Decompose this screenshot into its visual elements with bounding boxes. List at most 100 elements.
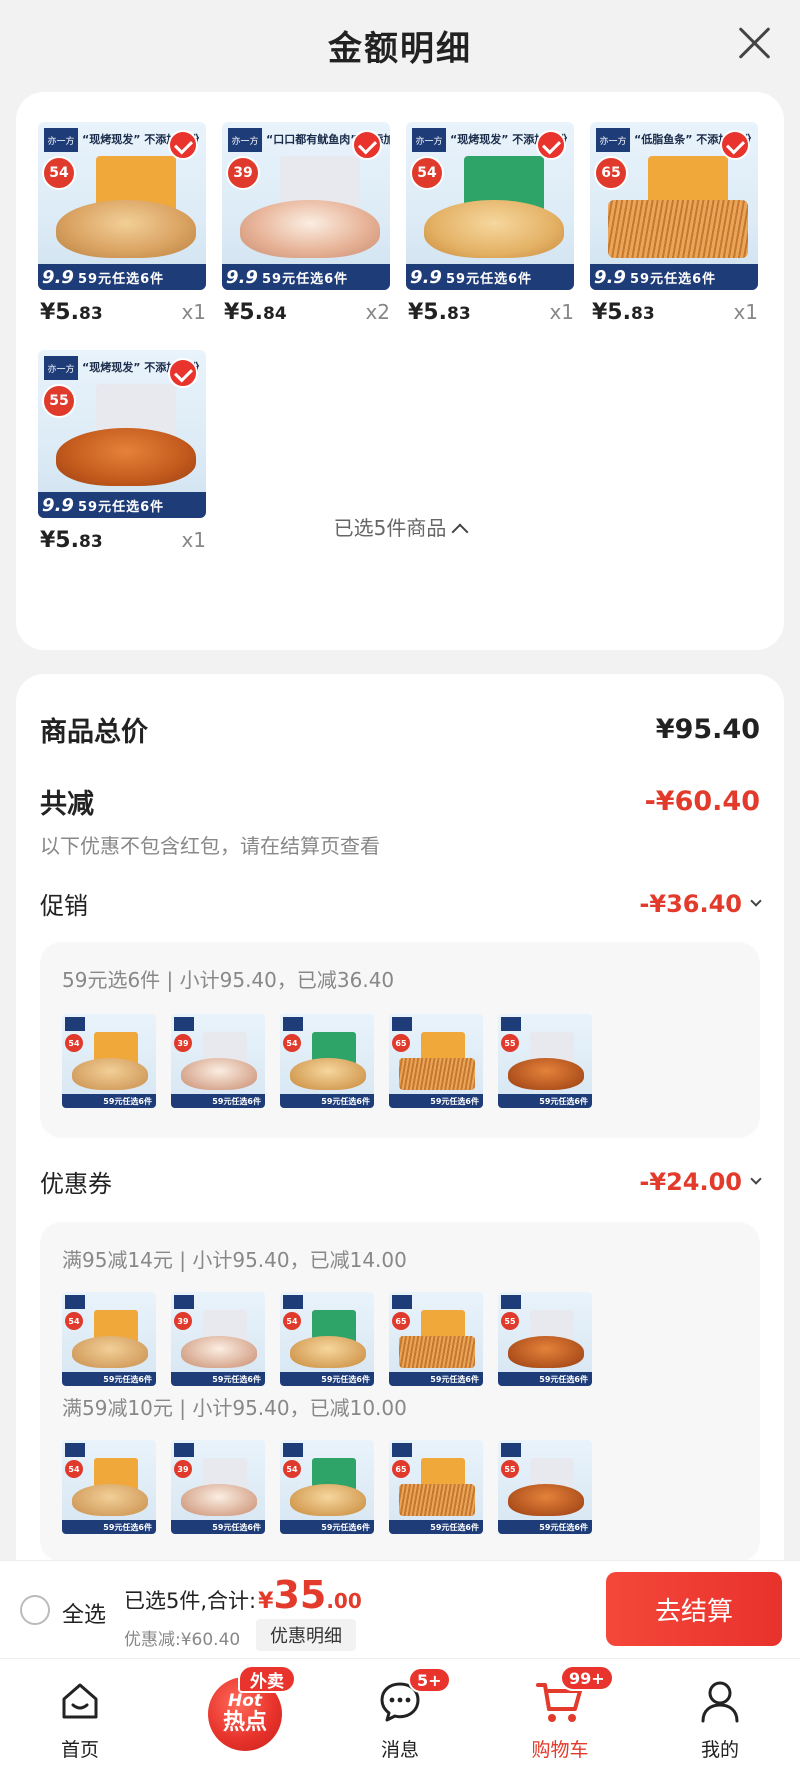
nrv-badge: 54: [65, 1312, 83, 1330]
product-image[interactable]: 亦一方 “低脂鱼条” 不添加淀粉 65 9.9 59元任选6件: [590, 122, 758, 290]
nav-item-hot[interactable]: Hot 热点 外卖: [186, 1659, 306, 1779]
mini-product-thumb: 55 59元任选6件: [498, 1014, 592, 1108]
total-value: ¥95.40: [655, 714, 760, 745]
coupon-row[interactable]: 优惠券 -¥24.00: [40, 1164, 762, 1199]
nrv-badge: 55: [501, 1312, 519, 1330]
promo-band: 59元任选6件: [62, 1094, 156, 1108]
brand-logo: [174, 1295, 194, 1309]
product-food: [608, 200, 748, 258]
reduce-label: 共减: [40, 789, 94, 820]
reduce-note: 以下优惠不包含红包，请在结算页查看: [40, 834, 380, 858]
promo-band: 59元任选6件: [280, 1372, 374, 1386]
nav-label-cart: 购物车: [531, 1739, 589, 1761]
nrv-badge: 65: [594, 156, 628, 190]
product-food: [508, 1484, 584, 1516]
price-tag: 9.9: [410, 266, 442, 288]
promo-row[interactable]: 促销 -¥36.40: [40, 886, 762, 921]
page-title: 金额明细: [328, 28, 472, 69]
product-food: [399, 1336, 475, 1368]
item-quantity: x1: [181, 300, 206, 324]
brand-logo: 亦一方: [412, 128, 446, 152]
item-quantity: x1: [733, 300, 758, 324]
coupon-label: 优惠券: [40, 1170, 112, 1198]
product-food: [72, 1058, 148, 1090]
mini-product-thumb: 54 59元任选6件: [280, 1440, 374, 1534]
nrv-badge: 54: [65, 1460, 83, 1478]
nav-label-profile: 我的: [700, 1739, 739, 1761]
brand-logo: [65, 1017, 85, 1031]
coupon-box: 满95减14元 | 小计95.40，已减14.00 54 59元任选6件 39 59元…: [40, 1222, 760, 1562]
bottom-nav: 首页 Hot 热点 外卖 5+ 消息 99+ 购物车 我的: [0, 1658, 800, 1785]
price-row: ¥5.83 x1: [406, 300, 574, 325]
brand-logo: [392, 1443, 412, 1457]
brand-logo: [283, 1017, 303, 1031]
product-item[interactable]: 亦一方 “现烤现发” 不添加淀粉 54 9.9 59元任选6件 ¥5.83 x1: [38, 122, 206, 325]
nrv-badge: 65: [392, 1034, 410, 1052]
selected-toggle-label: 已选5件商品: [333, 516, 447, 540]
product-item[interactable]: 亦一方 “低脂鱼条” 不添加淀粉 65 9.9 59元任选6件 ¥5.83 x1: [590, 122, 758, 325]
coupon-value-wrap[interactable]: -¥24.00: [639, 1167, 762, 1196]
brand-logo: [174, 1443, 194, 1457]
select-all-radio[interactable]: [20, 1595, 50, 1625]
currency-symbol: ¥: [258, 1589, 274, 1614]
mini-product-thumb: 54 59元任选6件: [62, 1014, 156, 1108]
promo-label: 促销: [40, 892, 88, 920]
discount-detail-button[interactable]: 优惠明细: [256, 1619, 356, 1651]
product-item[interactable]: 亦一方 “现烤现发” 不添加淀粉 54 9.9 59元任选6件 ¥5.83 x1: [406, 122, 574, 325]
product-image[interactable]: 亦一方 “现烤现发” 不添加淀粉 54 9.9 59元任选6件: [38, 122, 206, 290]
promo-band: 9.9 59元任选6件: [406, 264, 574, 290]
product-image[interactable]: 亦一方 “现烤现发” 不添加淀粉 55 9.9 59元任选6件: [38, 350, 206, 518]
promo-band: 59元任选6件: [171, 1372, 265, 1386]
product-food: [56, 428, 196, 486]
nav-item-profile[interactable]: 我的: [660, 1659, 780, 1779]
product-food: [290, 1058, 366, 1090]
price-tag: 9.9: [594, 266, 626, 288]
mini-product-thumb: 54 59元任选6件: [280, 1014, 374, 1108]
product-image[interactable]: 亦一方 “现烤现发” 不添加淀粉 54 9.9 59元任选6件: [406, 122, 574, 290]
product-food: [72, 1484, 148, 1516]
nrv-badge: 65: [392, 1460, 410, 1478]
check-icon[interactable]: [168, 130, 198, 160]
product-food: [290, 1484, 366, 1516]
message-badge: 5+: [408, 1667, 451, 1693]
brand-logo: 亦一方: [228, 128, 262, 152]
product-image[interactable]: 亦一方“口口都有鱿鱼肉” 不添加淀粉399.959元任选6件: [222, 122, 390, 290]
check-icon[interactable]: [168, 358, 198, 388]
item-price: ¥5.83: [408, 300, 471, 325]
nrv-badge: 55: [501, 1034, 519, 1052]
check-icon[interactable]: [352, 130, 382, 160]
promo-band-text: 59元任选6件: [446, 271, 533, 287]
hot-text-en: Hot: [227, 1691, 263, 1711]
brand-logo: [501, 1443, 521, 1457]
total-summary: 已选5件,合计: ¥ 35 .00: [124, 1573, 362, 1617]
promo-band: 59元任选6件: [389, 1520, 483, 1534]
product-food: [181, 1484, 257, 1516]
nav-label-home: 首页: [60, 1739, 99, 1761]
nrv-badge: 54: [283, 1034, 301, 1052]
select-all-label[interactable]: 全选: [62, 1597, 106, 1629]
coupon-value: -¥24.00: [639, 1167, 742, 1196]
price-summary-card: 商品总价 ¥95.40 共减 -¥60.40 以下优惠不包含红包，请在结算页查看…: [16, 674, 784, 1574]
checkout-bar: 全选 已选5件,合计: ¥ 35 .00 优惠减:¥60.40 优惠明细 去结算: [0, 1560, 800, 1658]
close-icon[interactable]: [734, 22, 774, 62]
nrv-badge: 39: [226, 156, 260, 190]
coupon-desc-1: 满95减14元 | 小计95.40，已减14.00: [62, 1248, 407, 1272]
brand-logo: 亦一方: [596, 128, 630, 152]
mini-product-thumb: 54 59元任选6件: [62, 1292, 156, 1386]
reduce-row: 共减 -¥60.40: [40, 782, 760, 821]
product-item[interactable]: 亦一方“口口都有鱿鱼肉” 不添加淀粉399.959元任选6件¥5.84x2: [222, 122, 390, 325]
profile-icon: [701, 1681, 739, 1723]
nav-item-message[interactable]: 5+ 消息: [340, 1659, 460, 1779]
nav-item-home[interactable]: 首页: [20, 1659, 140, 1779]
checkout-button[interactable]: 去结算: [606, 1572, 782, 1646]
item-price: ¥5.83: [40, 300, 103, 325]
promo-band: 59元任选6件: [389, 1094, 483, 1108]
promo-band-text: 59元任选6件: [78, 271, 165, 287]
check-icon[interactable]: [536, 130, 566, 160]
brand-logo: 亦一方: [44, 128, 78, 152]
selected-toggle[interactable]: 已选5件商品: [16, 512, 784, 541]
check-icon[interactable]: [720, 130, 750, 160]
promo-value-wrap[interactable]: -¥36.40: [639, 890, 762, 918]
nav-item-cart[interactable]: 99+ 购物车: [500, 1659, 620, 1779]
nrv-badge: 55: [42, 384, 76, 418]
